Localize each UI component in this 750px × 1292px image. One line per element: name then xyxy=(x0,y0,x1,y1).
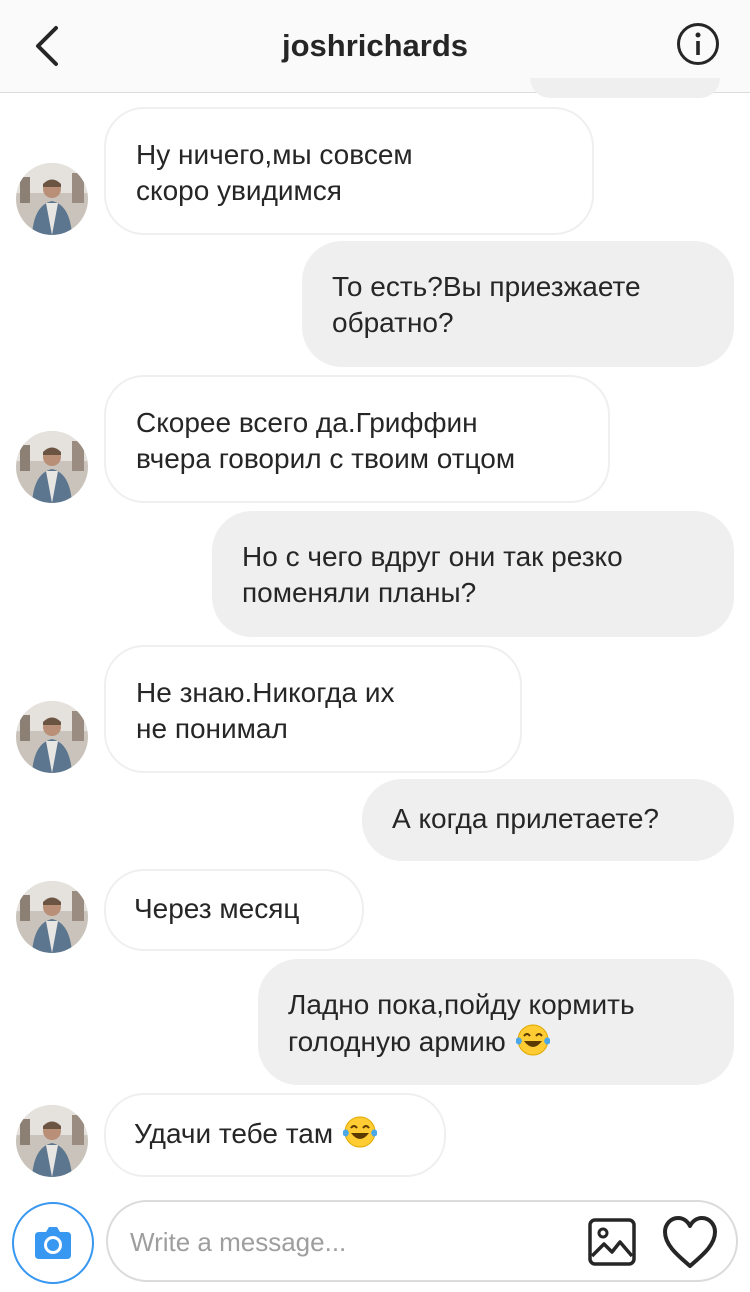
avatar[interactable] xyxy=(16,1105,88,1177)
message-input[interactable] xyxy=(130,1220,560,1264)
outgoing-message-bubble[interactable]: Ладно пока,пойду кормить голодную армию xyxy=(258,959,734,1085)
avatar[interactable] xyxy=(16,431,88,503)
avatar[interactable] xyxy=(16,701,88,773)
tears-of-joy-emoji xyxy=(341,1115,379,1158)
message-line: Но с чего вдруг они так резко xyxy=(242,541,623,572)
message-line: А когда прилетаете? xyxy=(392,803,659,834)
message-line: поменяли планы? xyxy=(242,577,477,608)
incoming-message-bubble[interactable]: Ну ничего,мы совсем скоро увидимся xyxy=(104,107,594,235)
message-line: обратно? xyxy=(332,307,454,338)
message-line: не понимал xyxy=(136,713,288,744)
info-icon xyxy=(677,23,719,65)
like-button[interactable] xyxy=(660,1214,720,1270)
message-line: скоро увидимся xyxy=(136,175,342,206)
outgoing-message-bubble[interactable]: А когда прилетаете? xyxy=(362,779,734,861)
avatar[interactable] xyxy=(16,163,88,235)
message-line: Ладно пока,пойду кормить xyxy=(288,989,635,1020)
gallery-button[interactable] xyxy=(586,1216,638,1268)
message-line: Не знаю.Никогда их xyxy=(136,677,395,708)
tears-of-joy-emoji xyxy=(514,1023,552,1066)
message-input-container[interactable] xyxy=(106,1200,738,1282)
incoming-message-bubble[interactable]: Через месяц xyxy=(104,869,364,951)
message-line: Скорее всего да.Гриффин xyxy=(136,407,478,438)
chat-title[interactable]: joshrichards xyxy=(0,28,750,64)
incoming-message-bubble[interactable]: Скорее всего да.Гриффин вчера говорил с … xyxy=(104,375,610,503)
outgoing-message-bubble[interactable]: То есть?Вы приезжаете обратно? xyxy=(302,241,734,367)
message-thread[interactable]: Ну ничего,мы совсем скоро увидимся То ес… xyxy=(0,93,750,1193)
outgoing-message-bubble[interactable]: Но с чего вдруг они так резко поменяли п… xyxy=(212,511,734,637)
message-line: Ну ничего,мы совсем xyxy=(136,139,413,170)
message-line: голодную армию xyxy=(288,1023,704,1066)
message-line: вчера говорил с твоим отцом xyxy=(136,443,516,474)
avatar[interactable] xyxy=(16,881,88,953)
incoming-message-bubble[interactable]: Не знаю.Никогда их не понимал xyxy=(104,645,522,773)
message-line: То есть?Вы приезжаете xyxy=(332,271,641,302)
message-line: Через месяц xyxy=(134,893,300,924)
gallery-icon xyxy=(588,1218,636,1266)
message-line: Удачи тебе там xyxy=(134,1115,416,1158)
camera-icon xyxy=(35,1227,71,1259)
info-button[interactable] xyxy=(676,22,720,66)
message-composer xyxy=(0,1196,750,1292)
incoming-message-bubble[interactable]: Удачи тебе там xyxy=(104,1093,446,1177)
camera-button[interactable] xyxy=(12,1202,94,1284)
heart-icon xyxy=(663,1216,717,1268)
